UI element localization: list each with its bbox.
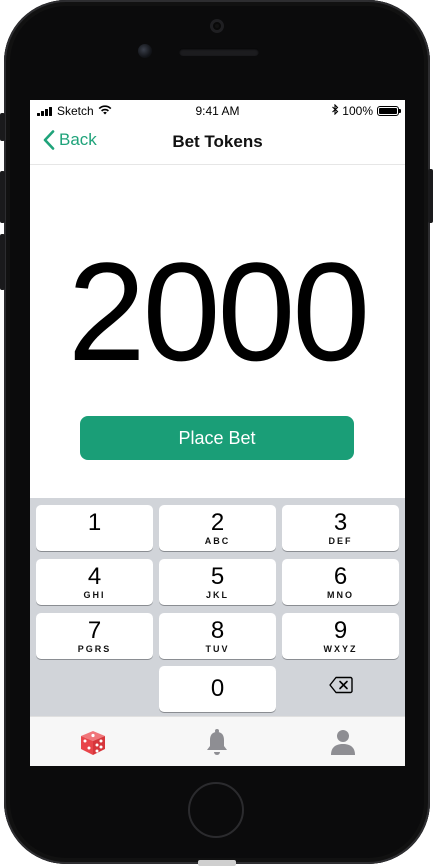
- person-icon: [331, 730, 355, 755]
- key-5[interactable]: 5 JKL: [159, 559, 276, 605]
- key-digit: 8: [210, 617, 225, 644]
- key-digit: 4: [87, 563, 102, 590]
- key-digit: 9: [333, 617, 348, 644]
- key-7[interactable]: 7 PGRS: [36, 613, 153, 659]
- tab-notifications[interactable]: [200, 725, 234, 759]
- key-letters: JKL: [205, 590, 229, 600]
- key-digit: 1: [87, 509, 102, 536]
- tab-bar: [30, 716, 405, 766]
- home-button[interactable]: [188, 782, 244, 838]
- key-8[interactable]: 8 TUV: [159, 613, 276, 659]
- key-letters: DEF: [328, 536, 353, 546]
- key-2[interactable]: 2 ABC: [159, 505, 276, 551]
- status-bar: Sketch 9:41 AM 100%: [30, 100, 405, 120]
- key-6[interactable]: 6 MNO: [282, 559, 399, 605]
- key-letters: WXYZ: [323, 644, 358, 654]
- numeric-keypad: 1 2 ABC 3 DEF 4 GHI 5 JKL 6 MNO 7 PGRS 8…: [30, 498, 405, 716]
- key-3[interactable]: 3 DEF: [282, 505, 399, 551]
- battery-icon: [377, 106, 401, 116]
- tab-bet[interactable]: [76, 725, 110, 759]
- bell-icon: [207, 729, 227, 755]
- key-0[interactable]: 0: [159, 666, 276, 712]
- status-right: 100%: [332, 103, 401, 118]
- key-letters: GHI: [83, 590, 106, 600]
- navigation-bar: Back Bet Tokens: [30, 120, 405, 165]
- tab-profile[interactable]: [326, 725, 360, 759]
- bottom-edge: [198, 860, 236, 866]
- volume-down-button: [0, 234, 5, 290]
- dice-icon: [81, 731, 105, 755]
- delete-key[interactable]: [329, 676, 353, 694]
- earpiece-speaker: [179, 48, 259, 56]
- key-letters: PGRS: [77, 644, 112, 654]
- screen: Sketch 9:41 AM 100% Back Bet Tokens 2000…: [30, 100, 405, 766]
- key-digit: 3: [333, 509, 348, 536]
- key-digit: 7: [87, 617, 102, 644]
- key-digit: 0: [210, 675, 225, 702]
- key-1[interactable]: 1: [36, 505, 153, 551]
- mute-switch: [0, 113, 5, 141]
- key-4[interactable]: 4 GHI: [36, 559, 153, 605]
- bluetooth-icon: [332, 103, 339, 118]
- volume-up-button: [0, 171, 5, 223]
- key-digit: 2: [210, 509, 225, 536]
- bet-amount-display: 2000: [67, 233, 370, 390]
- key-digit: 6: [333, 563, 348, 590]
- key-9[interactable]: 9 WXYZ: [282, 613, 399, 659]
- proximity-sensor: [210, 19, 224, 33]
- front-camera: [138, 44, 152, 58]
- key-letters: ABC: [204, 536, 231, 546]
- key-digit: 5: [210, 563, 225, 590]
- power-button: [428, 169, 433, 223]
- battery-percent: 100%: [342, 104, 373, 118]
- key-letters: MNO: [327, 590, 354, 600]
- place-bet-button[interactable]: Place Bet: [80, 416, 354, 460]
- key-letters: TUV: [205, 644, 230, 654]
- backspace-icon: [329, 676, 353, 694]
- page-title: Bet Tokens: [172, 132, 263, 151]
